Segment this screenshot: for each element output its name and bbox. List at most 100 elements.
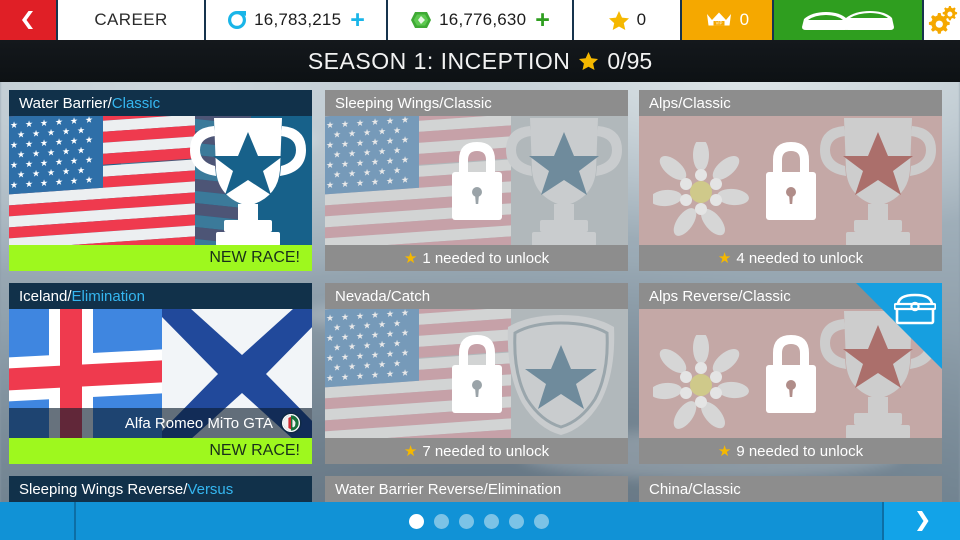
svg-text:VIP: VIP [715, 21, 722, 26]
card-footer-locked: ★ 7 needed to unlock [325, 438, 628, 464]
bucks-value: 16,776,630 [439, 10, 527, 29]
card-artwork [639, 309, 942, 438]
bucks-counter[interactable]: 16,776,630 + [388, 0, 574, 40]
card-race-type: Elimination [487, 480, 562, 498]
car-name-strip: Alfa Romeo MiTo GTA [9, 408, 312, 438]
race-card-sleeping-wings-reverse-versus[interactable]: Sleeping Wings Reverse / Versus [9, 476, 312, 502]
race-card-iceland-elimination[interactable]: Iceland / Elimination Alfa Romeo MiTo GTA [9, 283, 312, 464]
trophy-icon [190, 118, 306, 245]
stars-value: 0 [636, 10, 647, 29]
race-card-water-barrier-reverse-elimination[interactable]: Water Barrier Reverse / Elimination [325, 476, 628, 502]
cars-icon [802, 11, 894, 30]
card-footer-new-race: NEW RACE! [9, 438, 312, 464]
career-tab[interactable]: CAREER [58, 0, 206, 40]
top-header-bar: CAREER 16,783,215 + 16,776,630 + 0 VIP 0 [0, 0, 960, 40]
race-card-grid: Water Barrier / Classic ★ ★ ★ ★ ★ ★ ★ ★ … [0, 86, 960, 502]
back-button[interactable] [0, 0, 58, 40]
card-race-type: Classic [111, 94, 161, 112]
page-dot-5[interactable] [509, 513, 524, 529]
card-race-type: Classic [692, 480, 741, 498]
bottom-navigation-bar [0, 502, 960, 540]
car-name-label: Alfa Romeo MiTo GTA [124, 414, 273, 432]
vip-counter[interactable]: VIP 0 [682, 0, 774, 40]
card-footer-locked: ★ 4 needed to unlock [639, 245, 942, 271]
edelweiss-flower-icon [653, 142, 749, 236]
race-card-nevada-catch[interactable]: Nevada / Catch ★ ★ ★ ★ ★ ★ ★ ★ ★ ★ ★ ★ ★… [325, 283, 628, 464]
season-title: SEASON 1: INCEPTION [307, 47, 571, 74]
race-card-alps-classic[interactable]: Alps / Classic ★ 4 needed to unlock [639, 90, 942, 271]
padlock-icon [451, 334, 502, 413]
padlock-icon [451, 141, 502, 220]
card-location: Sleeping Wings [335, 94, 440, 112]
card-artwork: ★ ★ ★ ★ ★ ★ ★ ★ ★ ★ ★ ★ ★ ★ ★ ★ ★ ★ ★ ★ ★ ★ ★ ★ ★ ★ ★ ★ ★ ★ ★ ★ ★ ★… [325, 309, 628, 438]
edelweiss-flower-icon [653, 335, 749, 429]
new-race-label: NEW RACE! [209, 249, 300, 266]
unlock-requirement-label: 4 needed to unlock [736, 249, 864, 267]
settings-button[interactable] [924, 0, 960, 40]
card-race-type: Elimination [71, 287, 145, 305]
vip-value: 0 [739, 10, 750, 29]
star-icon: ★ [717, 249, 732, 267]
alfa-romeo-badge-icon [280, 412, 302, 434]
card-artwork: ★ ★ ★ ★ ★ ★ ★ ★ ★ ★ ★ ★ ★ ★ ★ ★ ★ ★ ★ ★ ★ ★ ★ ★ ★ ★ ★ ★ ★ ★ ★ ★ ★ ★… [325, 116, 628, 245]
page-dot-2[interactable] [434, 513, 449, 529]
page-indicator[interactable] [76, 502, 884, 540]
coins-value: 16,783,215 [254, 10, 342, 29]
card-title: Alps Reverse / Classic [639, 283, 942, 309]
star-icon: ★ [717, 442, 732, 460]
vip-crown-icon: VIP [706, 12, 731, 26]
bottom-left-spacer [0, 502, 76, 540]
page-dot-4[interactable] [484, 513, 499, 529]
gear-icon [928, 6, 958, 34]
card-race-type: Versus [187, 480, 234, 498]
card-title: China / Classic [639, 476, 942, 502]
race-card-alps-reverse-classic[interactable]: Alps Reverse / Classic ★ 9 needed to unl… [639, 283, 942, 464]
next-page-button[interactable] [884, 502, 960, 540]
coin-icon [228, 11, 247, 29]
stars-counter[interactable]: 0 [574, 0, 682, 40]
card-title: Sleeping Wings / Classic [325, 90, 628, 116]
page-dot-6[interactable] [534, 513, 549, 529]
card-title: Iceland / Elimination [9, 283, 312, 309]
police-shield-icon [507, 315, 615, 435]
card-location: Water Barrier Reverse [335, 480, 484, 498]
unlock-requirement-label: 9 needed to unlock [736, 442, 864, 460]
new-race-label: NEW RACE! [209, 442, 300, 459]
garage-button[interactable] [774, 0, 924, 40]
card-footer-locked: ★ 1 needed to unlock [325, 245, 628, 271]
card-footer-locked: ★ 9 needed to unlock [639, 438, 942, 464]
card-race-type: Classic [443, 94, 492, 112]
chevron-right-icon [917, 511, 929, 531]
card-location: Alps Reverse [649, 287, 739, 305]
card-title: Water Barrier Reverse / Elimination [325, 476, 628, 502]
season-progress: 0/95 [607, 47, 653, 74]
race-card-china-classic[interactable]: China / Classic [639, 476, 942, 502]
star-icon: ★ [403, 442, 418, 460]
card-artwork: ★ ★ ★ ★ ★ ★ ★ ★ ★ ★ ★ ★ ★ ★ ★ ★ ★ ★ ★ ★ ★ ★ ★ ★ ★ ★ ★ ★ ★ ★ ★ ★ ★ ★… [9, 116, 312, 245]
coins-add-button[interactable]: + [350, 7, 365, 33]
card-title: Water Barrier / Classic [9, 90, 312, 116]
card-location: Nevada [335, 287, 387, 305]
card-title: Alps / Classic [639, 90, 942, 116]
bucks-add-button[interactable]: + [535, 7, 550, 33]
padlock-icon [765, 334, 816, 413]
card-artwork [639, 116, 942, 245]
star-icon: ★ [403, 249, 418, 267]
chevron-left-icon [22, 11, 33, 29]
star-icon [608, 10, 629, 30]
race-card-water-barrier-classic[interactable]: Water Barrier / Classic ★ ★ ★ ★ ★ ★ ★ ★ … [9, 90, 312, 271]
coins-counter[interactable]: 16,783,215 + [206, 0, 388, 40]
card-race-type: Classic [682, 94, 731, 112]
card-artwork: Alfa Romeo MiTo GTA [9, 309, 312, 438]
page-dot-1[interactable] [409, 513, 424, 529]
unlock-requirement-label: 1 needed to unlock [422, 249, 550, 267]
page-dot-3[interactable] [459, 513, 474, 529]
career-label: CAREER [94, 10, 168, 29]
card-title: Sleeping Wings Reverse / Versus [9, 476, 312, 502]
card-race-type: Classic [742, 287, 791, 305]
usa-flag-decor: ★ ★ ★ ★ ★ ★ ★ ★ ★ ★ ★ ★ ★ ★ ★ ★ ★ ★ ★ ★ ★ ★ ★ ★ ★ ★ ★ ★ ★ ★ ★ ★ ★ ★… [9, 116, 195, 245]
season-banner: SEASON 1: INCEPTION 0/95 [0, 40, 960, 82]
race-card-sleeping-wings-classic[interactable]: Sleeping Wings / Classic ★ ★ ★ ★ ★ ★ ★ ★… [325, 90, 628, 271]
card-location: Sleeping Wings Reverse [19, 480, 184, 498]
unlock-requirement-label: 7 needed to unlock [422, 442, 550, 460]
